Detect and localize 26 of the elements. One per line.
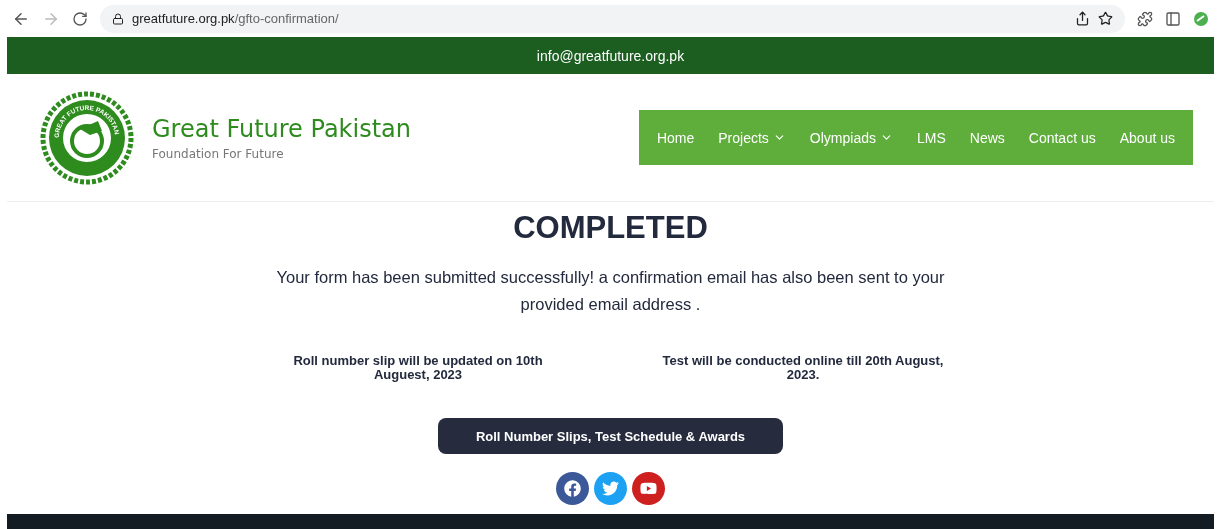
extension-icon[interactable] xyxy=(1193,10,1209,27)
nav-link[interactable]: Contact us xyxy=(1016,129,1108,146)
note-text: Roll number slip will be updated on 10th Auguest, 2023 xyxy=(292,354,544,382)
nav-link[interactable]: Home xyxy=(644,129,707,146)
nav-link[interactable]: Projects xyxy=(706,129,798,146)
twitter-icon[interactable] xyxy=(594,472,627,505)
address-bar[interactable]: greatfuture.org.pk/gfto-confirmation/ xyxy=(100,4,1125,33)
nav-link[interactable]: News xyxy=(957,129,1017,146)
nav-link[interactable]: About us xyxy=(1107,129,1187,146)
nav-link[interactable]: Olympiads xyxy=(797,129,905,146)
heading: COMPLETED xyxy=(513,210,708,246)
star-icon[interactable] xyxy=(1098,11,1113,26)
youtube-icon[interactable] xyxy=(632,472,665,505)
share-icon[interactable] xyxy=(1075,11,1090,26)
nav-link[interactable]: LMS xyxy=(905,129,958,146)
email-text: info@greatfuture.org.pk xyxy=(536,47,685,64)
lock-icon xyxy=(112,12,124,25)
site-title: Great Future Pakistan xyxy=(152,114,411,143)
site-tagline: Foundation For Future xyxy=(152,146,285,161)
facebook-icon[interactable] xyxy=(556,472,589,505)
puzzle-icon[interactable] xyxy=(1137,10,1153,27)
side-panel-icon[interactable] xyxy=(1165,10,1181,27)
message-text: Your form has been submitted successfully! a confirmation email has also been sent to your provided email address . xyxy=(275,267,946,315)
reload-icon[interactable] xyxy=(72,10,88,27)
slips-button[interactable]: Roll Number Slips, Test Schedule & Awards xyxy=(438,418,783,454)
note-text: Test will be conducted online till 20th August, 2023. xyxy=(661,354,945,382)
